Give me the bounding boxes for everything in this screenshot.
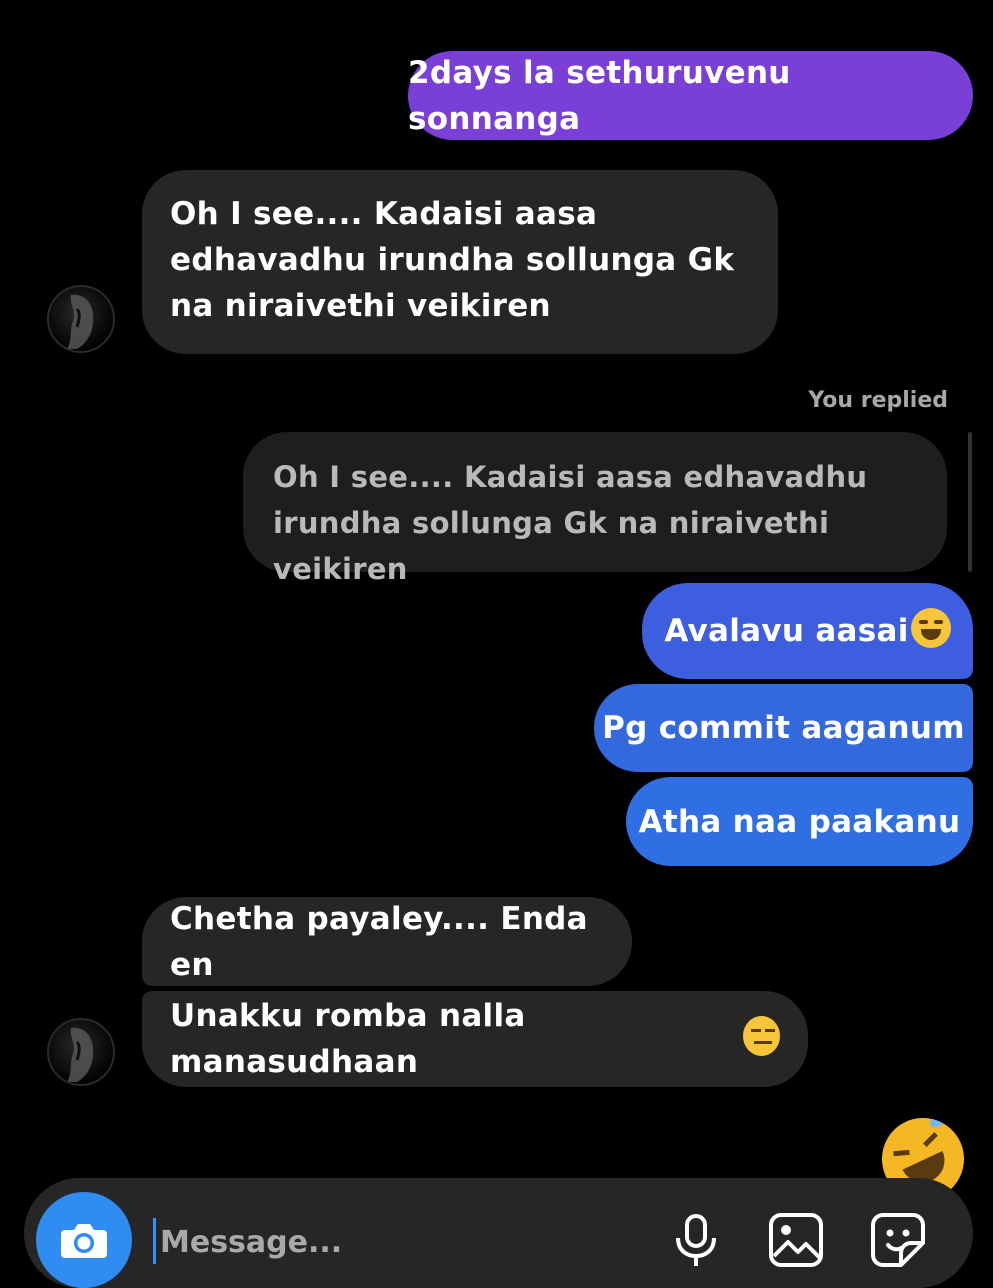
received-message-bubble[interactable]: Chetha payaley.... Enda en xyxy=(142,897,632,986)
sticker-icon[interactable] xyxy=(868,1210,928,1270)
quoted-text: Oh I see.... Kadaisi aasa edhavadhu irun… xyxy=(273,460,868,586)
message-input[interactable] xyxy=(158,1216,602,1268)
avatar[interactable] xyxy=(47,1018,115,1086)
received-message-bubble[interactable]: Unakku romba nalla manasudhaan xyxy=(142,991,808,1087)
message-text: Unakku romba nalla manasudhaan xyxy=(170,998,526,1080)
text-cursor xyxy=(153,1218,156,1264)
message-text: Avalavu aasai xyxy=(664,613,909,649)
gallery-icon[interactable] xyxy=(766,1210,826,1270)
tears-of-joy-emoji-icon xyxy=(910,608,951,648)
you-replied-label: You replied xyxy=(808,388,948,413)
message-text: Chetha payaley.... Enda en xyxy=(170,900,588,983)
expressionless-emoji-icon xyxy=(742,1016,780,1056)
message-text: 2days la sethuruvenu sonnanga xyxy=(408,54,791,137)
avatar[interactable] xyxy=(47,285,115,353)
sent-message-bubble[interactable]: 2days la sethuruvenu sonnanga xyxy=(408,51,973,140)
reply-quote-bar xyxy=(968,432,972,572)
received-message-bubble[interactable]: Oh I see.... Kadaisi aasa edhavadhu irun… xyxy=(142,170,778,354)
sent-message-bubble[interactable]: Pg commit aaganum xyxy=(594,684,973,772)
camera-icon xyxy=(61,1224,107,1258)
microphone-icon[interactable] xyxy=(666,1210,726,1270)
reply-quote-bubble[interactable]: Oh I see.... Kadaisi aasa edhavadhu irun… xyxy=(243,432,947,586)
message-text: Oh I see.... Kadaisi aasa edhavadhu irun… xyxy=(170,196,735,324)
message-text: Atha naa paakanu xyxy=(638,803,961,840)
sent-message-bubble[interactable]: Atha naa paakanu xyxy=(626,777,973,866)
camera-button[interactable] xyxy=(36,1192,132,1288)
avatar-silhouette-icon xyxy=(67,1027,94,1082)
sent-message-bubble[interactable]: Avalavu aasai xyxy=(642,583,973,679)
avatar-silhouette-icon xyxy=(67,294,94,349)
message-text: Pg commit aaganum xyxy=(602,710,965,746)
